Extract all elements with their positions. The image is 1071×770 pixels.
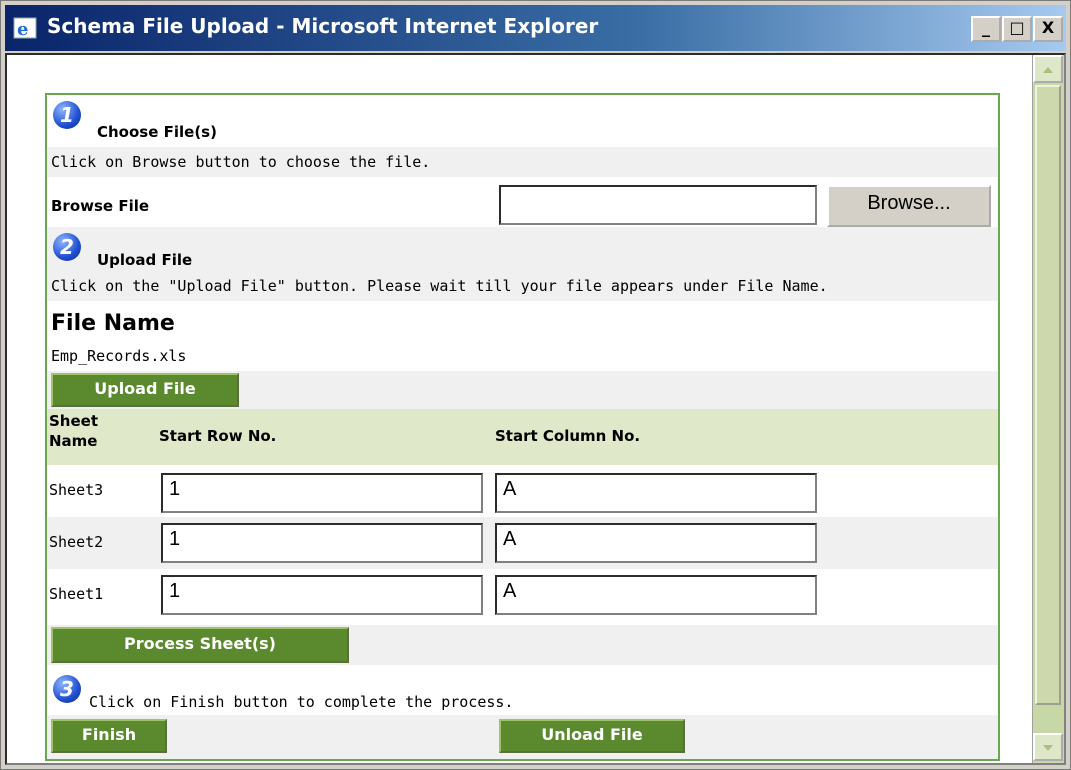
start-row-input[interactable]: 1	[161, 473, 483, 513]
svg-text:e: e	[17, 19, 28, 40]
finish-button-row: Finish Unload File	[47, 715, 998, 759]
step-3-hint: Click on Finish button to complete the p…	[89, 693, 514, 711]
minimize-button[interactable]: _	[971, 16, 1001, 42]
unload-file-button[interactable]: Unload File	[499, 719, 685, 753]
finish-button[interactable]: Finish	[51, 719, 167, 753]
browser-window: e Schema File Upload - Microsoft Interne…	[0, 0, 1071, 770]
upload-file-button[interactable]: Upload File	[51, 373, 239, 407]
scroll-up-button[interactable]	[1033, 55, 1063, 83]
browse-file-input[interactable]	[499, 185, 817, 225]
header-sheet-name: Sheet Name	[49, 412, 98, 450]
table-row: Sheet3 1 A	[47, 465, 998, 517]
start-row-input[interactable]: 1	[161, 575, 483, 615]
window-title: Schema File Upload - Microsoft Internet …	[47, 14, 599, 38]
header-start-row: Start Row No.	[159, 427, 277, 445]
upload-panel: 1 Choose File(s) Click on Browse button …	[45, 93, 1000, 761]
step-3-icon: 3	[53, 675, 81, 703]
scrollbar-thumb[interactable]	[1035, 85, 1061, 705]
start-row-input[interactable]: 1	[161, 523, 483, 563]
sheet-table-header: Sheet Name Start Row No. Start Column No…	[47, 409, 998, 465]
close-button[interactable]: X	[1033, 16, 1063, 42]
upload-button-row: Upload File	[47, 371, 998, 409]
page-content: 1 Choose File(s) Click on Browse button …	[5, 53, 1066, 765]
start-column-input[interactable]: A	[495, 575, 817, 615]
step-2-row: 2 Upload File Click on the "Upload File"…	[47, 227, 998, 301]
ie-logo-icon: e	[13, 17, 37, 40]
maximize-button[interactable]: □	[1002, 16, 1032, 42]
step-2-title: Upload File	[97, 251, 193, 269]
step-2-hint: Click on the "Upload File" button. Pleas…	[51, 277, 828, 295]
title-bar[interactable]: e Schema File Upload - Microsoft Interne…	[5, 5, 1066, 51]
table-row: Sheet2 1 A	[47, 517, 998, 569]
file-name-header: File Name	[51, 311, 175, 336]
sheet-name-cell: Sheet3	[49, 481, 104, 499]
arrow-down-icon	[1043, 745, 1053, 751]
arrow-up-icon	[1043, 67, 1053, 73]
sheet-name-cell: Sheet2	[49, 533, 104, 551]
step-1-hint: Click on Browse button to choose the fil…	[51, 153, 431, 171]
step-1-hint-row: Click on Browse button to choose the fil…	[47, 147, 998, 177]
start-column-input[interactable]: A	[495, 473, 817, 513]
step-1-icon: 1	[53, 101, 81, 129]
file-name-value: Emp_Records.xls	[51, 347, 187, 365]
step-2-icon: 2	[53, 233, 81, 261]
scroll-down-button[interactable]	[1033, 733, 1063, 761]
step-1-title: Choose File(s)	[97, 123, 217, 141]
start-column-input[interactable]: A	[495, 523, 817, 563]
process-sheets-button[interactable]: Process Sheet(s)	[51, 627, 349, 663]
header-start-column: Start Column No.	[495, 427, 641, 445]
sheet-name-cell: Sheet1	[49, 585, 104, 603]
table-row: Sheet1 1 A	[47, 569, 998, 621]
vertical-scrollbar[interactable]	[1032, 55, 1064, 763]
browse-button[interactable]: Browse...	[827, 185, 991, 227]
process-button-row: Process Sheet(s)	[47, 625, 998, 665]
browse-file-label: Browse File	[51, 197, 150, 215]
